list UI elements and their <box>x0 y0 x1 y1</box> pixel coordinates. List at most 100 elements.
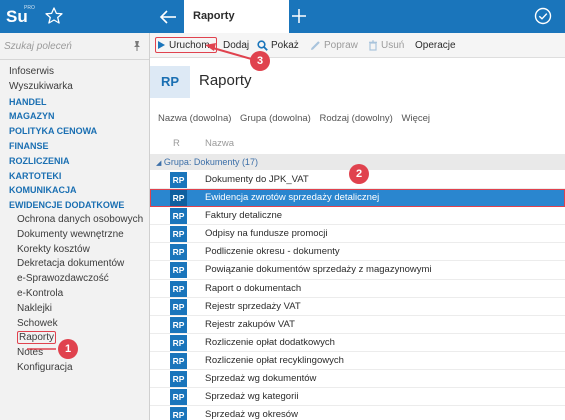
column-header-r[interactable]: R <box>173 138 180 149</box>
sidebar-section-magazyn[interactable]: MAGAZYN <box>0 109 149 124</box>
report-icon: RP <box>170 190 187 207</box>
report-icon: RP <box>170 334 187 351</box>
step-badge-2: 2 <box>349 164 369 184</box>
sidebar-item-schowek[interactable]: Schowek <box>0 317 149 332</box>
report-icon: RP <box>170 298 187 315</box>
app-header-left: Su PRO <box>0 0 150 33</box>
table-row[interactable]: RP Powiązanie dokumentów sprzedaży z maga… <box>150 261 565 280</box>
sidebar-nav: Infoserwis Wyszukiwarka HANDEL MAGAZYN P… <box>0 65 149 376</box>
trash-icon <box>369 40 377 51</box>
check-circle-icon[interactable] <box>533 6 553 26</box>
report-name: Sprzedaż wg dokumentów <box>205 373 317 385</box>
module-badge: RP <box>150 66 190 98</box>
collapse-triangle-icon[interactable]: ◢ <box>156 160 161 167</box>
sidebar-item-ochrona-danych[interactable]: Ochrona danych osobowych <box>0 213 149 228</box>
report-name: Faktury detaliczne <box>205 210 283 222</box>
sidebar-item-korekty-kosztow[interactable]: Korekty kosztów <box>0 243 149 258</box>
sidebar-item-wyszukiwarka[interactable]: Wyszukiwarka <box>0 80 149 95</box>
report-name: Powiązanie dokumentów sprzedaży z magazy… <box>205 264 432 276</box>
report-icon: RP <box>170 226 187 243</box>
step-badge-3: 3 <box>250 51 270 71</box>
edit-button-label: Popraw <box>324 40 358 51</box>
filter-group[interactable]: Grupa (dowolna) <box>240 113 311 124</box>
filter-kind[interactable]: Rodzaj (dowolny) <box>319 113 392 124</box>
table-row[interactable]: RP Rozliczenie opłat recyklingowych <box>150 352 565 371</box>
sidebar-section-kartoteki[interactable]: KARTOTEKI <box>0 169 149 184</box>
sidebar-item-konfiguracja[interactable]: Konfiguracja <box>0 361 149 376</box>
report-name: Podliczenie okresu - dokumenty <box>205 246 340 258</box>
report-name: Odpisy na fundusze promocji <box>205 228 328 240</box>
pencil-icon <box>311 41 320 50</box>
report-name: Sprzedaż wg okresów <box>205 409 298 420</box>
filter-more[interactable]: Więcej <box>402 113 431 124</box>
back-arrow-icon[interactable] <box>158 7 178 27</box>
table-row[interactable]: RP Rozliczenie opłat dodatkowych <box>150 334 565 352</box>
table-row[interactable]: RP Raport o dokumentach <box>150 280 565 298</box>
edit-button[interactable]: Popraw <box>310 39 358 53</box>
sidebar-section-handel[interactable]: HANDEL <box>0 95 149 110</box>
table-row[interactable]: RP Ewidencja zwrotów sprzedaży detaliczne… <box>150 189 565 208</box>
sidebar-section-rozliczenia[interactable]: ROZLICZENIA <box>0 154 149 169</box>
filter-name[interactable]: Nazwa (dowolna) <box>158 113 231 124</box>
report-list: RP Dokumenty do JPK_VAT RP Ewidencja zwrotó… <box>150 171 565 420</box>
report-name: Dokumenty do JPK_VAT <box>205 174 309 185</box>
table-row[interactable]: RP Podliczenie okresu - dokumenty <box>150 243 565 262</box>
sidebar-section-finanse[interactable]: FINANSE <box>0 139 149 154</box>
tab-raporty[interactable]: Raporty <box>184 0 289 33</box>
add-button[interactable]: Dodaj <box>223 39 249 53</box>
group-label: Grupa: Dokumenty (17) <box>163 157 258 167</box>
report-icon: RP <box>170 172 187 188</box>
table-header: R Nazwa <box>150 135 565 154</box>
app-logo: Su PRO <box>6 5 35 29</box>
report-icon: RP <box>170 262 187 279</box>
operations-menu-label: Operacje <box>415 40 456 51</box>
operations-menu[interactable]: Operacje <box>415 39 456 53</box>
report-name: Ewidencja zwrotów sprzedaży detalicznej <box>205 192 380 204</box>
table-row[interactable]: RP Faktury detaliczne <box>150 207 565 226</box>
table-row[interactable]: RP Sprzedaż wg kategorii <box>150 388 565 407</box>
table-row[interactable]: RP Rejestr zakupów VAT <box>150 316 565 334</box>
run-button-highlight <box>155 37 217 53</box>
table-row[interactable]: RP Rejestr sprzedaży VAT <box>150 298 565 316</box>
sidebar-item-dekretacja[interactable]: Dekretacja dokumentów <box>0 257 149 272</box>
report-icon: RP <box>170 407 187 420</box>
report-name: Rozliczenie opłat dodatkowych <box>205 336 335 348</box>
sidebar-section-ewidencje-dodatkowe[interactable]: EWIDENCJE DODATKOWE <box>0 198 149 213</box>
report-icon: RP <box>170 316 187 333</box>
report-icon: RP <box>170 280 187 297</box>
sidebar-item-dokumenty-wewnetrzne[interactable]: Dokumenty wewnętrzne <box>0 228 149 243</box>
magnifier-icon <box>257 40 268 51</box>
report-icon: RP <box>170 208 187 225</box>
column-header-name[interactable]: Nazwa <box>205 138 234 149</box>
sidebar-item-raporty-label: Raporty <box>17 331 57 345</box>
show-button-label: Pokaż <box>271 40 299 51</box>
search-input[interactable] <box>4 37 128 56</box>
logo-sub: PRO <box>24 5 35 11</box>
sidebar-item-e-kontrola[interactable]: e-Kontrola <box>0 287 149 302</box>
filter-bar: Nazwa (dowolna) Grupa (dowolna) Rodzaj (… <box>158 113 436 124</box>
sidebar-search <box>0 33 149 60</box>
table-row[interactable]: RP Odpisy na fundusze promocji <box>150 225 565 244</box>
report-name: Rozliczenie opłat recyklingowych <box>205 354 344 366</box>
pin-icon[interactable] <box>131 40 143 52</box>
report-name: Sprzedaż wg kategorii <box>205 391 299 403</box>
sidebar-item-e-sprawozdawczosc[interactable]: e-Sprawozdawczość <box>0 272 149 287</box>
plus-icon[interactable] <box>289 6 309 26</box>
delete-button[interactable]: Usuń <box>368 39 404 53</box>
table-row[interactable]: RP Sprzedaż wg dokumentów <box>150 370 565 389</box>
add-button-label: Dodaj <box>223 40 250 51</box>
star-icon[interactable] <box>44 6 64 26</box>
report-name: Raport o dokumentach <box>205 282 302 294</box>
sidebar-section-polityka-cenowa[interactable]: POLITYKA CENOWA <box>0 124 149 139</box>
table-row[interactable]: RP Sprzedaż wg okresów <box>150 406 565 420</box>
sidebar-section-komunikacja[interactable]: KOMUNIKACJA <box>0 183 149 198</box>
report-icon: RP <box>170 352 187 369</box>
report-name: Rejestr sprzedaży VAT <box>205 300 301 312</box>
sidebar-item-infoserwis[interactable]: Infoserwis <box>0 65 149 80</box>
sidebar-item-naklejki[interactable]: Naklejki <box>0 302 149 317</box>
tab-raporty-label: Raporty <box>193 10 235 22</box>
report-icon: RP <box>170 244 187 261</box>
app-header-right: Raporty <box>150 0 565 33</box>
sidebar: Infoserwis Wyszukiwarka HANDEL MAGAZYN P… <box>0 33 150 420</box>
step-badge-1: 1 <box>58 339 78 359</box>
